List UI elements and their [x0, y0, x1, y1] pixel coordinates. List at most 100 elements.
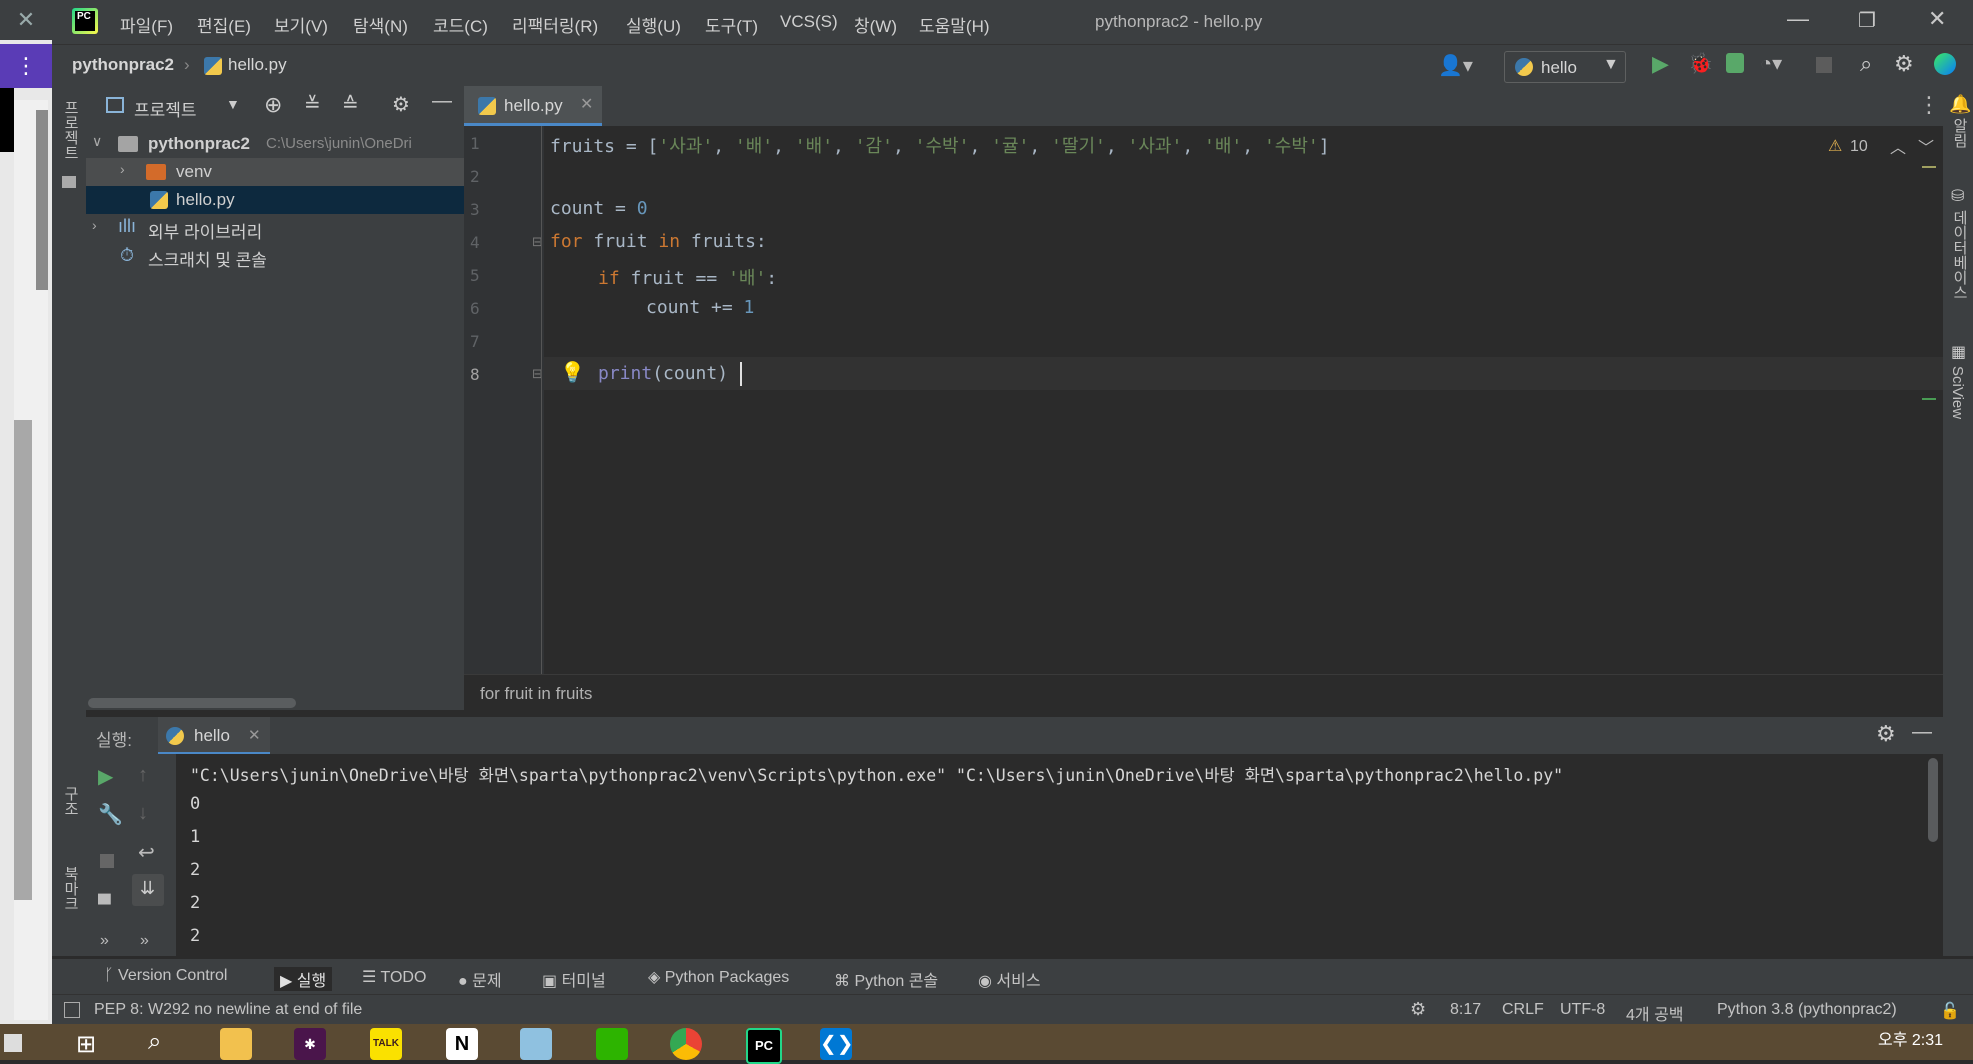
- tool-services[interactable]: ◉ 서비스: [978, 967, 1041, 991]
- side-tab-structure[interactable]: 구조: [60, 786, 81, 816]
- project-horizontal-scrollbar[interactable]: [88, 698, 296, 708]
- menu-window[interactable]: 창(W): [854, 12, 897, 37]
- menu-vcs[interactable]: VCS(S): [780, 12, 838, 32]
- app-icon[interactable]: [520, 1028, 552, 1060]
- tool-run[interactable]: ▶ 실행: [274, 967, 333, 991]
- status-interpreter[interactable]: Python 3.8 (pythonprac2): [1717, 1001, 1897, 1019]
- tree-item-external-libraries[interactable]: › ıllı 외부 라이브러리: [86, 214, 464, 242]
- status-indent[interactable]: 4개 공백: [1626, 1001, 1684, 1025]
- more-vertical-icon[interactable]: ⋮: [0, 44, 52, 88]
- minimize-icon[interactable]: —: [1787, 6, 1809, 32]
- code-editor[interactable]: 1 2 3 4 5 6 7 8 ⊟ ⊟ fruits = ['사과', '배',…: [464, 126, 1943, 674]
- gear-icon[interactable]: ⚙: [1876, 721, 1896, 747]
- console-scrollbar[interactable]: [1928, 758, 1938, 842]
- arrow-down-icon[interactable]: ↓: [138, 802, 148, 825]
- pycharm-taskbar-icon[interactable]: PC: [746, 1028, 782, 1064]
- side-tab-database[interactable]: 데이터베이스: [1949, 210, 1970, 300]
- coverage-icon[interactable]: [1726, 53, 1744, 73]
- chevron-down-icon[interactable]: ﹀: [1918, 134, 1934, 158]
- tool-python-packages[interactable]: ◈ Python Packages: [648, 967, 789, 987]
- status-line-separator[interactable]: CRLF: [1502, 1001, 1544, 1019]
- side-tab-notifications[interactable]: 알림: [1949, 118, 1970, 148]
- left-scroll-thumb-2[interactable]: [14, 420, 32, 900]
- jetbrains-icon[interactable]: [1934, 53, 1956, 75]
- error-stripe-mark[interactable]: [1922, 166, 1936, 168]
- chrome-icon[interactable]: [670, 1028, 702, 1060]
- tool-todo[interactable]: ☰ TODO: [362, 967, 426, 987]
- restore-icon[interactable]: ❐: [1858, 8, 1876, 33]
- lock-icon[interactable]: 🔓: [1940, 1001, 1960, 1021]
- debug-icon[interactable]: 🐞: [1688, 51, 1713, 76]
- vscode-icon[interactable]: ❮❯: [820, 1028, 854, 1060]
- file-explorer-icon[interactable]: [220, 1028, 252, 1060]
- rerun-icon[interactable]: ▶: [98, 764, 113, 789]
- layout-toggle-icon[interactable]: [64, 1002, 80, 1018]
- chevron-down-icon[interactable]: ∨: [92, 133, 102, 150]
- notion-icon[interactable]: N: [446, 1028, 478, 1060]
- stop-icon[interactable]: [100, 854, 114, 868]
- window-close-icon[interactable]: ✕: [1928, 6, 1946, 32]
- warning-count[interactable]: 10: [1850, 138, 1868, 156]
- error-stripe-mark[interactable]: [1922, 398, 1936, 400]
- taskbar-left-icon[interactable]: [4, 1034, 22, 1052]
- notification-bell-icon[interactable]: 🔔: [1949, 94, 1971, 115]
- stop-icon[interactable]: [1816, 57, 1832, 73]
- hide-panel-icon[interactable]: —: [1912, 721, 1932, 744]
- menu-help[interactable]: 도움말(H): [919, 12, 990, 37]
- run-console[interactable]: ▶ ↑ 🔧 ↓ ↩ ⇊ ▀ » » "C:\Users\junin\OneDri…: [86, 754, 1943, 956]
- green-app-icon[interactable]: [596, 1028, 628, 1060]
- hide-panel-icon[interactable]: —: [432, 90, 452, 113]
- chevron-down-icon[interactable]: ▼: [226, 96, 240, 112]
- status-message[interactable]: PEP 8: W292 no newline at end of file: [94, 1001, 362, 1019]
- project-panel-title[interactable]: 프로젝트: [134, 96, 197, 121]
- tree-item-hello-py[interactable]: hello.py: [86, 186, 464, 214]
- run-icon[interactable]: ▶: [1652, 51, 1669, 77]
- user-icon[interactable]: 👤▾: [1438, 53, 1473, 78]
- tab-close-icon[interactable]: ✕: [580, 94, 593, 114]
- search-icon[interactable]: ⌕: [148, 1028, 161, 1056]
- settings-gear-icon[interactable]: ⚙: [1894, 51, 1914, 77]
- slack-icon[interactable]: ✱: [294, 1028, 326, 1060]
- vcs-settings-icon[interactable]: ⚙: [1410, 999, 1426, 1020]
- warning-icon[interactable]: ⚠: [1828, 136, 1842, 156]
- tree-item-scratches[interactable]: ⏱ 스크래치 및 콘솔: [86, 242, 464, 270]
- breadcrumb-project[interactable]: pythonprac2: [72, 55, 174, 75]
- wrench-icon[interactable]: 🔧: [98, 802, 123, 827]
- close-icon[interactable]: ✕: [0, 0, 52, 40]
- left-scroll-thumb[interactable]: [36, 110, 48, 290]
- side-tab-sciview[interactable]: SciView: [1949, 366, 1966, 419]
- chevron-right-icon[interactable]: ›: [92, 217, 97, 233]
- menu-run[interactable]: 실행(U): [626, 12, 681, 37]
- menu-refactor[interactable]: 리팩터링(R): [512, 12, 598, 37]
- tree-item-venv[interactable]: › venv: [86, 158, 464, 186]
- layout-icon[interactable]: ▀: [98, 894, 111, 915]
- soft-wrap-icon[interactable]: ↩: [138, 840, 155, 865]
- editor-breadcrumb[interactable]: for fruit in fruits: [480, 684, 592, 704]
- profile-icon[interactable]: ◔▾: [1760, 51, 1782, 76]
- scroll-to-end-button[interactable]: ⇊: [132, 874, 164, 906]
- gear-icon[interactable]: ⚙: [392, 92, 410, 117]
- windows-start-icon[interactable]: ⊞: [76, 1030, 96, 1059]
- status-encoding[interactable]: UTF-8: [1560, 1001, 1605, 1019]
- menu-view[interactable]: 보기(V): [274, 12, 328, 37]
- search-icon[interactable]: ⌕: [1860, 51, 1872, 77]
- collapse-all-icon[interactable]: ≙: [342, 92, 359, 117]
- status-position[interactable]: 8:17: [1450, 1001, 1481, 1019]
- lightbulb-icon[interactable]: 💡: [560, 360, 585, 385]
- side-tab-project[interactable]: 프로젝트: [60, 100, 81, 160]
- tool-problems[interactable]: ● 문제: [458, 967, 502, 991]
- menu-tools[interactable]: 도구(T): [705, 12, 758, 37]
- breadcrumb-file[interactable]: hello.py: [228, 55, 287, 75]
- more-icon-2[interactable]: »: [140, 932, 149, 950]
- tool-python-console[interactable]: ⌘ Python 콘솔: [834, 967, 938, 991]
- chevron-up-icon[interactable]: ︿: [1890, 134, 1906, 158]
- chevron-right-icon[interactable]: ›: [120, 161, 125, 177]
- more-icon[interactable]: »: [100, 932, 109, 950]
- kakaotalk-icon[interactable]: TALK: [370, 1028, 402, 1060]
- expand-all-icon[interactable]: ≚: [304, 92, 321, 117]
- menu-code[interactable]: 코드(C): [433, 12, 488, 37]
- side-tab-bookmarks[interactable]: 북마크: [60, 866, 81, 911]
- run-config-dropdown[interactable]: hello ▼: [1504, 51, 1626, 83]
- menu-edit[interactable]: 편집(E): [197, 12, 251, 37]
- menu-navigate[interactable]: 탐색(N): [353, 12, 408, 37]
